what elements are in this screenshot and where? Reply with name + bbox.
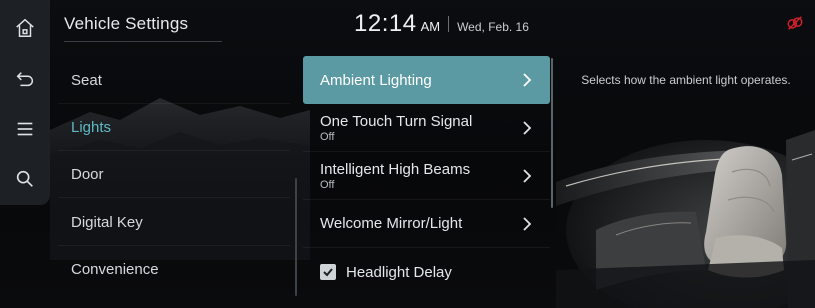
option-value: Off [320,130,335,143]
option-headlight-delay[interactable]: Headlight Delay [303,248,550,296]
settings-screen: Vehicle Settings 12:14 AM Wed, Feb. 16 S… [0,0,815,308]
search-button[interactable] [0,155,50,203]
checkmark-icon [323,268,333,277]
category-label: Convenience [71,261,159,278]
headlight-delay-checkbox[interactable] [320,264,336,280]
chevron-right-icon [523,120,532,135]
category-seat[interactable]: Seat [58,57,290,104]
chevron-right-icon [523,216,532,231]
category-convenience[interactable]: Convenience [58,246,290,293]
option-label: Ambient Lighting [320,71,432,89]
clock-time: 12:14 [354,10,417,37]
option-label: Welcome Mirror/Light [320,215,463,232]
search-icon [16,170,33,187]
category-label: Lights [71,118,112,136]
category-door[interactable]: Door [58,151,290,198]
menu-button[interactable] [0,105,50,153]
clock: 12:14 AM Wed, Feb. 16 [354,10,529,38]
car-interior-illustration [556,120,815,308]
option-label: Intelligent High Beams [320,160,471,178]
back-icon [16,72,33,87]
back-button[interactable] [0,55,50,103]
home-icon [16,18,34,37]
home-button[interactable] [0,4,50,52]
clock-ampm: AM [420,19,441,34]
category-digital-key[interactable]: Digital Key [58,199,290,246]
clock-date: Wed, Feb. 16 [457,20,529,34]
option-label: Headlight Delay [346,263,452,281]
chevron-right-icon [523,73,532,87]
option-label: One Touch Turn Signal [320,112,473,130]
connectivity-status-icon [787,16,803,30]
category-lights[interactable]: Lights [58,104,290,151]
chevron-right-icon [523,168,532,183]
category-label: Seat [71,71,102,89]
option-description: Selects how the ambient light operates. [581,73,791,87]
option-one-touch-turn-signal[interactable]: One Touch Turn Signal Off [303,104,550,152]
option-welcome-mirror-light[interactable]: Welcome Mirror/Light [303,200,550,248]
category-label: Digital Key [71,213,143,231]
category-scrollbar[interactable] [295,178,297,296]
title-divider [64,41,222,42]
option-value: Off [320,178,335,191]
navigation-rail [0,0,50,205]
option-ambient-lighting[interactable]: Ambient Lighting [303,56,550,104]
option-intelligent-high-beams[interactable]: Intelligent High Beams Off [303,152,550,200]
clock-separator [448,16,450,32]
page-title: Vehicle Settings [64,14,189,33]
category-label: Door [71,165,104,183]
options-scrollbar[interactable] [551,58,553,208]
menu-icon [17,122,33,136]
